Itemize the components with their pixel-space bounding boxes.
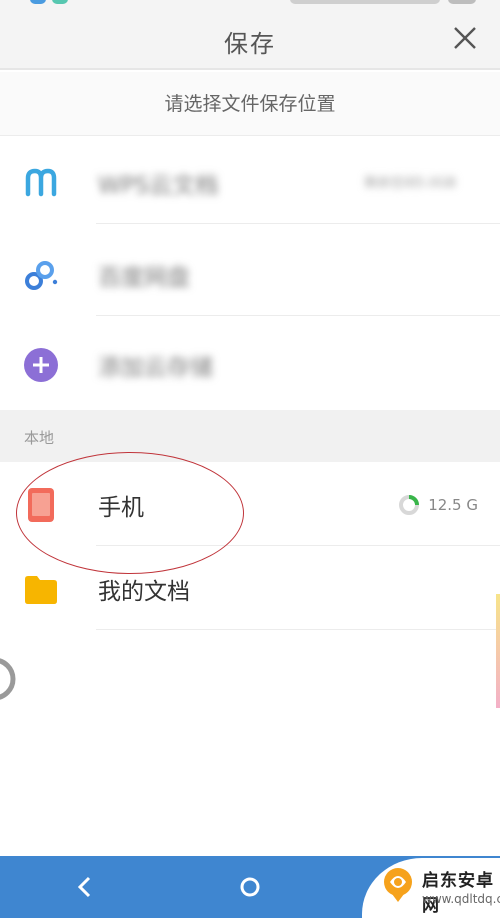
wps-cloud-icon <box>25 168 57 197</box>
watermark-name: 启东安卓网 <box>422 871 494 916</box>
save-location-prompt: 请选择文件保存位置 <box>0 72 500 136</box>
location-item-label: 手机 <box>98 495 144 521</box>
folder-icon <box>25 576 57 604</box>
local-section-header: 本地 <box>0 410 500 462</box>
location-item-label: WPS云文档 <box>98 173 219 199</box>
status-bar <box>0 0 500 8</box>
divider <box>96 315 500 316</box>
location-item-my-documents[interactable]: 我的文档 <box>0 546 500 630</box>
status-bar-icon <box>290 0 440 4</box>
location-item-label: 添加云存储 <box>98 355 213 381</box>
floating-gear-icon[interactable] <box>0 656 16 702</box>
divider <box>96 629 500 630</box>
home-icon[interactable] <box>235 872 265 902</box>
baidu-netdisk-icon <box>25 261 58 290</box>
edge-panel <box>496 594 500 708</box>
location-item-wps-cloud[interactable]: WPS云文档 剩余空间5.0GB <box>0 140 500 224</box>
close-icon[interactable] <box>450 23 480 53</box>
storage-free-value: 12.5 G <box>428 496 478 514</box>
storage-indicator: 12.5 G <box>398 494 478 516</box>
plus-circle-icon <box>24 348 58 382</box>
section-title: 本地 <box>24 429 55 447</box>
location-item-baidu-netdisk[interactable]: 百度网盘 <box>0 232 500 316</box>
location-item-label: 百度网盘 <box>98 265 190 291</box>
divider <box>96 223 500 224</box>
location-item-phone[interactable]: 手机 12.5 G <box>0 462 500 546</box>
location-item-label: 我的文档 <box>98 579 190 605</box>
page-title: 保存 <box>224 30 276 58</box>
cloud-space-meta: 剩余空间5.0GB <box>364 176 456 191</box>
phone-icon <box>28 488 54 522</box>
storage-ring-icon <box>399 495 420 515</box>
location-item-add-cloud-storage[interactable]: 添加云存储 <box>0 322 500 406</box>
watermark: 启东安卓网 www.qdltdq.com <box>362 858 500 918</box>
watermark-url: www.qdltdq.com <box>422 892 500 906</box>
status-bar-icon <box>448 0 476 4</box>
status-bar-icon <box>52 0 68 4</box>
status-bar-icon <box>30 0 46 4</box>
back-icon[interactable] <box>70 872 100 902</box>
watermark-logo-icon <box>384 868 412 902</box>
dialog-header: 保存 <box>0 8 500 70</box>
